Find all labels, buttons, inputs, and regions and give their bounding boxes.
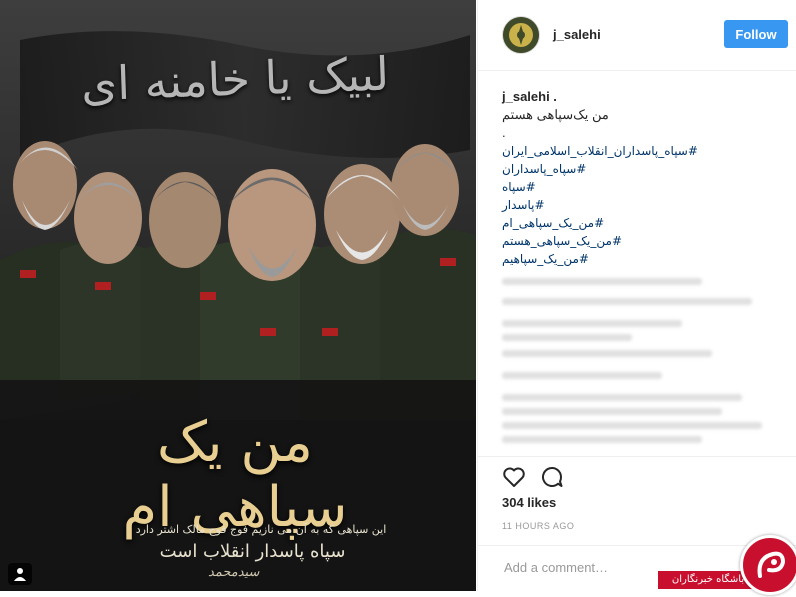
poster-headline: من یک سپاهی ام <box>122 410 348 540</box>
post-timestamp[interactable]: 11 HOURS AGO <box>502 521 574 531</box>
hashtag-link[interactable]: #پاسدار <box>502 196 790 214</box>
hashtag-link[interactable]: #من_یک_سپاهی_هستم <box>502 232 790 250</box>
poster-verse: این سپاهی که به آن می نازیم فوج فوج مالک… <box>135 523 387 536</box>
post-caption: j_salehi . من یک‌سپاهی هستم . #سپاه_پاسد… <box>502 88 790 268</box>
news-agency-logo-icon <box>757 551 786 578</box>
like-button[interactable] <box>502 465 528 491</box>
comment-button[interactable] <box>540 465 566 491</box>
post-author-username[interactable]: j_salehi <box>553 27 601 42</box>
caption-text: من یک‌سپاهی هستم <box>502 107 609 122</box>
likes-count[interactable]: 304 likes <box>502 495 556 510</box>
tagged-people-button[interactable] <box>8 563 32 585</box>
avatar[interactable] <box>502 16 540 54</box>
hashtag-link[interactable]: #من_یک_سپاهی_ام <box>502 214 790 232</box>
hashtag-link[interactable]: #من_یک_سپاهیم <box>502 250 790 268</box>
post-actions <box>478 456 796 493</box>
post-sidebar: j_salehi Follow j_salehi . من یک‌سپاهی ه… <box>477 0 796 591</box>
irgc-emblem-icon <box>503 17 539 53</box>
watermark-logo <box>740 535 796 595</box>
post-header: j_salehi Follow <box>478 0 796 71</box>
person-tag-icon <box>14 568 26 581</box>
blurred-comments <box>502 276 786 446</box>
follow-button[interactable]: Follow <box>724 20 788 48</box>
hashtag-link[interactable]: #سپاه_پاسداران_انقلاب_اسلامی_ایران <box>502 142 790 160</box>
add-comment-input[interactable] <box>502 559 656 576</box>
heart-icon <box>503 467 525 487</box>
caption-username[interactable]: j_salehi . <box>502 89 557 104</box>
poster-subtitle: سپاه پاسدار انقلاب است <box>159 541 346 562</box>
caption-separator: . <box>502 125 506 140</box>
hashtag-link[interactable]: #سپاه <box>502 178 790 196</box>
post-image[interactable]: لبیک یا خامنه ای من یک سپاهی ام این سپاه… <box>0 0 476 591</box>
comment-icon <box>542 467 563 487</box>
poster-signature: سیدمحمد <box>208 565 260 580</box>
hashtag-link[interactable]: #سپاه_پاسداران <box>502 160 790 178</box>
